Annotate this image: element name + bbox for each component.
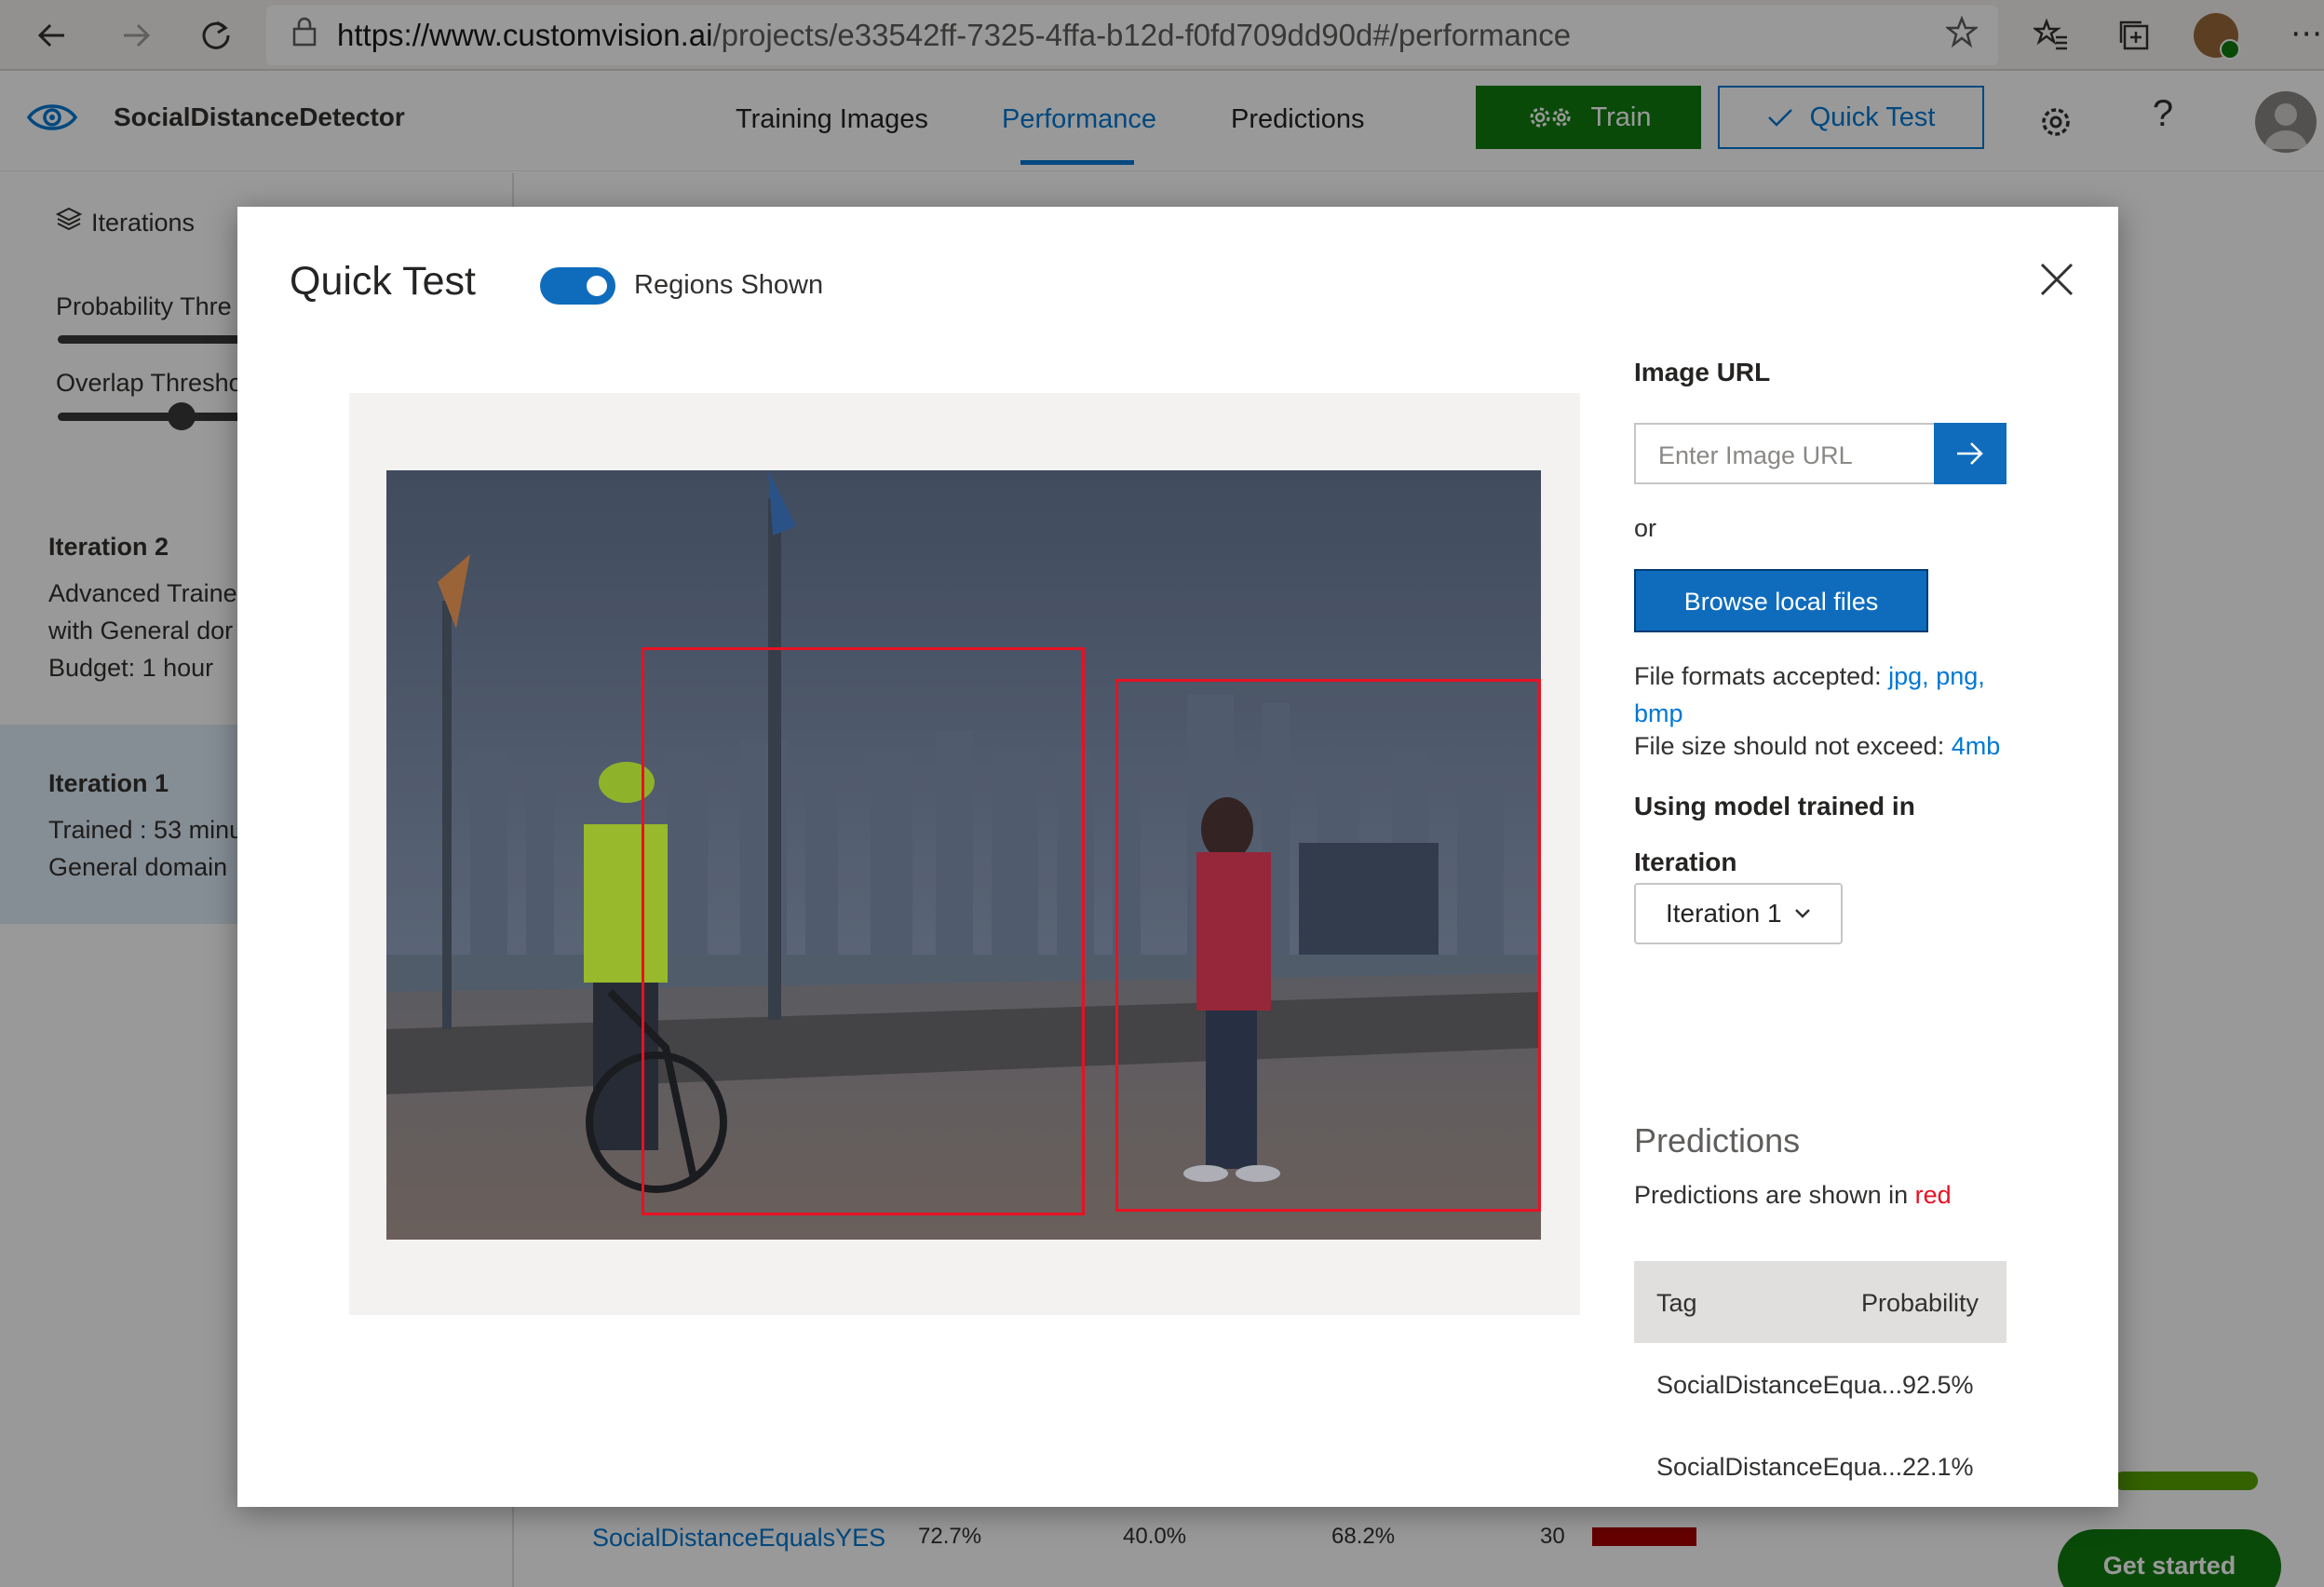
predictions-color-word: red: [1914, 1181, 1952, 1209]
regions-shown-toggle[interactable]: [540, 267, 615, 305]
iteration-select[interactable]: Iteration 1: [1634, 883, 1843, 944]
predictions-heading: Predictions: [1634, 1121, 1801, 1160]
file-formats-note: File formats accepted: jpg, png, bmp: [1634, 658, 2016, 732]
table-row[interactable]: SocialDistanceEqua... 92.5%: [1634, 1343, 2006, 1425]
browse-local-files-button[interactable]: Browse local files: [1634, 569, 1928, 632]
prediction-tag: SocialDistanceEqua...: [1656, 1453, 1903, 1481]
probability-column-header: Probability: [1861, 1289, 1979, 1317]
prediction-tag: SocialDistanceEqua...: [1656, 1371, 1903, 1399]
iteration-label: Iteration: [1634, 848, 1737, 876]
format-bmp: bmp: [1634, 699, 1683, 727]
arrow-right-icon: [1957, 442, 1983, 465]
table-row[interactable]: SocialDistanceEqua... 22.1%: [1634, 1425, 2006, 1507]
predictions-table-header: Tag Probability: [1634, 1261, 2006, 1343]
dialog-title: Quick Test: [290, 259, 476, 304]
predictions-note-prefix: Predictions are shown in: [1634, 1181, 1909, 1209]
prediction-probability: 22.1%: [1902, 1453, 1974, 1481]
quick-test-dialog: Quick Test Regions Shown Image URL Enter…: [237, 207, 2118, 1507]
prediction-region-box: [1115, 679, 1541, 1212]
close-icon: [2040, 263, 2074, 296]
formats-prefix: File formats accepted:: [1634, 662, 1882, 690]
size-prefix: File size should not exceed:: [1634, 732, 1945, 760]
test-options-panel: Image URL Enter Image URL or Browse loca…: [1634, 207, 2025, 1507]
size-limit: 4mb: [1951, 732, 2001, 760]
tag-column-header: Tag: [1656, 1289, 1697, 1317]
regions-shown-label: Regions Shown: [634, 270, 824, 300]
test-image: [386, 470, 1541, 1240]
predictions-note: Predictions are shown in red: [1634, 1181, 1952, 1210]
prediction-region-box: [642, 647, 1085, 1215]
iteration-select-value: Iteration 1: [1666, 899, 1782, 928]
or-label: or: [1634, 514, 1657, 542]
submit-url-button[interactable]: [1934, 423, 2006, 484]
image-url-label: Image URL: [1634, 358, 1771, 387]
toggle-knob: [587, 276, 607, 296]
file-size-note: File size should not exceed: 4mb: [1634, 732, 2000, 761]
prediction-probability: 92.5%: [1902, 1371, 1974, 1399]
image-url-input[interactable]: Enter Image URL: [1634, 423, 1934, 484]
close-button[interactable]: [2034, 257, 2079, 302]
format-png: png,: [1936, 662, 1985, 690]
model-label: Using model trained in: [1634, 792, 1915, 821]
format-jpg: jpg,: [1888, 662, 1929, 690]
chevron-down-icon: [1795, 909, 1810, 918]
